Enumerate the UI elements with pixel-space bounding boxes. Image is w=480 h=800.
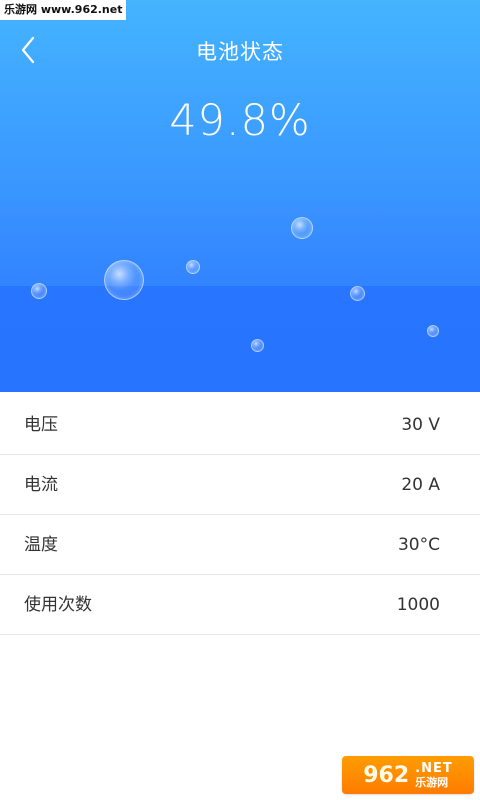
watermark-top: 乐游网 www.962.net bbox=[0, 0, 127, 20]
bubble bbox=[31, 283, 47, 299]
battery-percentage: 49.8% bbox=[169, 96, 311, 146]
watermark-text: .NET 乐游网 bbox=[415, 762, 453, 788]
bubble bbox=[291, 217, 313, 239]
bubble bbox=[427, 325, 439, 337]
battery-wave bbox=[0, 286, 480, 392]
watermark-logo: 962 .NET 乐游网 bbox=[342, 756, 474, 794]
bubble bbox=[186, 260, 200, 274]
battery-stats-list: 电压 30 V 电流 20 A 温度 30°C 使用次数 1000 bbox=[0, 395, 480, 635]
stat-row-voltage: 电压 30 V bbox=[0, 395, 480, 455]
stat-value: 1000 bbox=[396, 595, 440, 615]
battery-status-screen: 电池状态 49.8% 乐游网 www.962.net 电压 30 V 电流 20… bbox=[0, 0, 480, 800]
chevron-left-icon bbox=[19, 36, 37, 68]
watermark-net: .NET bbox=[415, 761, 453, 776]
page-title: 电池状态 bbox=[196, 40, 284, 64]
watermark-number: 962 bbox=[363, 762, 410, 788]
back-button[interactable] bbox=[12, 34, 44, 70]
stat-row-usage-count: 使用次数 1000 bbox=[0, 575, 480, 635]
top-nav: 电池状态 bbox=[0, 26, 480, 78]
stat-label: 电压 bbox=[24, 415, 58, 435]
stat-value: 30°C bbox=[397, 535, 440, 555]
watermark-cn: 乐游网 bbox=[415, 776, 449, 789]
bubble bbox=[350, 286, 365, 301]
stat-row-temperature: 温度 30°C bbox=[0, 515, 480, 575]
bubble bbox=[104, 260, 144, 300]
stat-label: 温度 bbox=[24, 535, 58, 555]
battery-hero: 电池状态 49.8% bbox=[0, 0, 480, 392]
stat-value: 30 V bbox=[401, 415, 440, 435]
stat-label: 使用次数 bbox=[24, 595, 92, 615]
stat-value: 20 A bbox=[401, 475, 440, 495]
stat-label: 电流 bbox=[24, 475, 58, 495]
bubble bbox=[251, 339, 264, 352]
stat-row-current: 电流 20 A bbox=[0, 455, 480, 515]
